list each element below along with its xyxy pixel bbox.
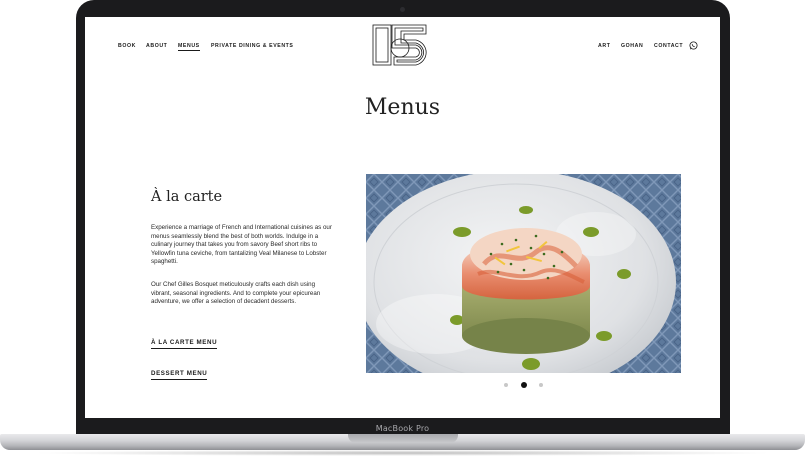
nav-item-private-dining[interactable]: PRIVATE DINING & EVENTS [211, 43, 294, 49]
nav-item-contact[interactable]: CONTACT [654, 43, 683, 49]
carousel-dot-3[interactable] [539, 383, 543, 387]
nav-item-menus[interactable]: MENUS [178, 43, 200, 51]
nav-item-gohan[interactable]: GOHAN [621, 43, 643, 49]
section-title: À la carte [151, 189, 223, 205]
carousel-dot-1[interactable] [504, 383, 508, 387]
carousel-dot-2[interactable] [521, 382, 527, 388]
dessert-menu-link[interactable]: DESSERT MENU [151, 370, 208, 380]
carousel-dots [502, 381, 546, 389]
laptop-model-label: MacBook Pro [375, 424, 430, 433]
chef-paragraph: Our Chef Gilles Bosquet meticulously cra… [151, 281, 321, 305]
nav-item-about[interactable]: ABOUT [146, 43, 167, 49]
laptop-shadow [30, 450, 775, 456]
screen: BOOK ABOUT MENUS PRIVATE DINING & EVENTS… [85, 17, 720, 418]
nav-item-book[interactable]: BOOK [118, 43, 136, 49]
whatsapp-icon[interactable] [689, 41, 698, 50]
page-title: Menus [364, 95, 441, 120]
a-la-carte-menu-link[interactable]: À LA CARTE MENU [151, 339, 218, 349]
nav-item-art[interactable]: ART [598, 43, 610, 49]
restaurant-logo[interactable] [372, 24, 428, 66]
dish-photo [366, 174, 681, 373]
laptop-notch [348, 434, 458, 443]
intro-paragraph: Experience a marriage of French and Inte… [151, 224, 332, 265]
camera-icon [400, 7, 405, 12]
